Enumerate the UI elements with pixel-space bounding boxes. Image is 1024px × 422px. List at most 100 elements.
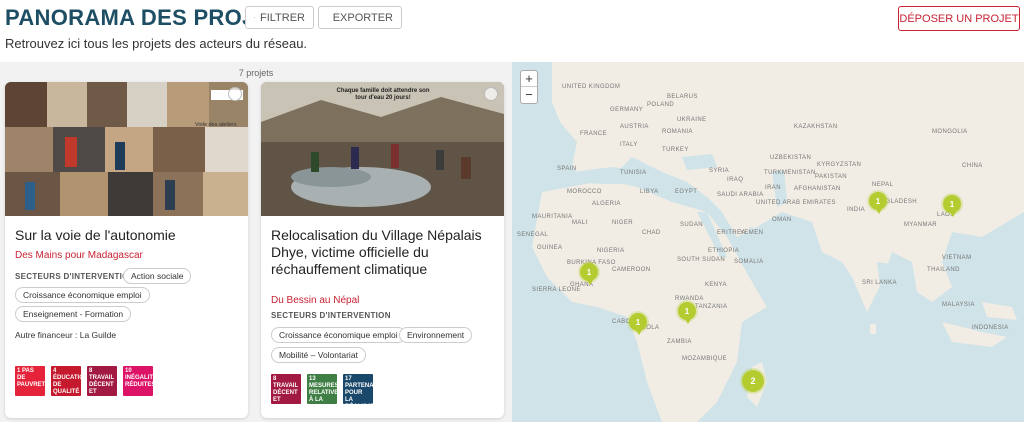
map-label: MYANMAR — [904, 222, 938, 228]
map-label: LIBYA — [640, 189, 659, 195]
map-label: ALGERIA — [592, 201, 621, 207]
zoom-control: + − — [520, 70, 538, 104]
map-label: TURKMENISTAN — [764, 170, 816, 176]
export-button[interactable]: EXPORTER — [318, 6, 402, 29]
map-label: NIGER — [612, 220, 634, 226]
zoom-out-button[interactable]: − — [521, 87, 537, 103]
map-label: VIETNAM — [942, 255, 972, 261]
map-label: ITALY — [620, 142, 638, 148]
deposit-project-button[interactable]: DÉPOSER UN PROJET — [898, 6, 1020, 31]
download-icon — [327, 17, 328, 18]
map-label: TURKEY — [662, 147, 689, 153]
filter-button[interactable]: FILTRER — [245, 6, 314, 29]
map-label: SIERRA LEONE — [532, 287, 581, 293]
map-label: SUDAN — [680, 222, 704, 228]
map-label: ZAMBIA — [667, 339, 692, 345]
sector-tag[interactable]: Action sociale — [123, 268, 192, 284]
map-label: AFGHANISTAN — [794, 186, 841, 192]
sector-tag[interactable]: Croissance économique emploi — [15, 287, 150, 303]
project-list: 7 projets Voile des ateliers Sur la voie… — [0, 62, 512, 422]
card-organization[interactable]: Des Mains pour Madagascar — [15, 250, 143, 261]
map-marker-cluster[interactable]: 1 — [580, 263, 598, 285]
card-title[interactable]: Relocalisation du Village Népalais Dhye,… — [271, 227, 491, 278]
card-organization[interactable]: Du Bessin au Népal — [271, 295, 359, 306]
card-title[interactable]: Sur la voie de l'autonomie — [15, 227, 176, 244]
map-label: KYRGYZSTAN — [817, 162, 862, 168]
map-label: RWANDA — [675, 296, 704, 302]
map-label: YEMEN — [740, 230, 764, 236]
map-label: GUINEA — [537, 245, 563, 251]
sdg-icon: 4 ÉDUCATION DE QUALITÉ — [51, 366, 81, 396]
zoom-in-button[interactable]: + — [521, 71, 537, 87]
sectors-label: SECTEURS D'INTERVENTION — [271, 311, 391, 320]
map-label: SRI LANKA — [862, 280, 897, 286]
sector-tag[interactable]: Enseignement - Formation — [15, 306, 132, 322]
image-caption: Chaque famille doit attendre son tour d'… — [336, 88, 430, 101]
page-subtitle: Retrouvez ici tous les projets des acteu… — [5, 36, 308, 51]
map-marker-cluster[interactable]: 1 — [943, 195, 961, 217]
map-label: MOZAMBIQUE — [682, 356, 728, 362]
project-card[interactable]: Voile des ateliers Sur la voie de l'auto… — [5, 82, 248, 418]
map-label: MALAYSIA — [942, 302, 975, 308]
map-label: SYRIA — [709, 168, 730, 174]
projects-map[interactable]: + − UNITED KINGDOM BELARUS POLAND UKRAIN… — [512, 62, 1024, 422]
filter-label: FILTRER — [259, 11, 305, 24]
map-label: TUNISIA — [620, 170, 647, 176]
map-label: INDONESIA — [972, 325, 1009, 331]
map-label: ROMANIA — [662, 129, 693, 135]
map-label: KENYA — [705, 282, 727, 288]
sdg-icon: 10 INÉGALITÉS RÉDUITES — [123, 366, 153, 396]
map-label: THAILAND — [927, 267, 960, 273]
sectors-label: SECTEURS D'INTERVENTION — [15, 272, 135, 281]
map-marker-cluster[interactable]: 1 — [678, 302, 696, 324]
export-label: EXPORTER — [332, 11, 393, 24]
sector-tag[interactable]: Mobilité – Volontariat — [271, 347, 366, 363]
funder-text: Autre financeur : La Guilde — [15, 330, 117, 340]
map-label: MONGOLIA — [932, 129, 968, 135]
project-card[interactable]: Chaque famille doit attendre son tour d'… — [261, 82, 504, 418]
map-label: FRANCE — [580, 131, 608, 137]
map-label: CAMEROON — [612, 267, 651, 273]
sdg-icon: 13 MESURES RELATIVES À LA LUTTE CONTRE L… — [307, 374, 337, 404]
project-count: 7 projets — [238, 68, 274, 78]
map-label: TANZANIA — [695, 304, 728, 310]
map-label: ETHIOPIA — [708, 248, 740, 254]
map-label: UKRAINE — [677, 117, 707, 123]
map-label: UZBEKISTAN — [770, 155, 812, 161]
map-label: SOUTH SUDAN — [677, 257, 726, 263]
page-header: PANORAMA DES PROJETS FILTRER EXPORTER DÉ… — [0, 0, 1024, 62]
map-label: CHINA — [962, 163, 983, 169]
map-label: GERMANY — [610, 107, 644, 113]
map-label: PAKISTAN — [815, 174, 847, 180]
map-label: KAZAKHSTAN — [794, 124, 838, 130]
map-background — [512, 62, 1024, 422]
bookmark-icon[interactable] — [484, 87, 498, 101]
map-label: SENEGAL — [517, 232, 549, 238]
bookmark-icon[interactable] — [228, 87, 242, 101]
map-marker-cluster[interactable]: 1 — [869, 192, 887, 214]
sector-tag[interactable]: Croissance économique emploi — [271, 327, 406, 343]
sdg-icon: 8 TRAVAIL DÉCENT ET CROISSANCE ÉCONOMIQU… — [271, 374, 301, 404]
map-label: NIGERIA — [597, 248, 625, 254]
map-label: CHAD — [642, 230, 661, 236]
image-caption: Voile des ateliers — [195, 122, 237, 128]
map-label: IRAN — [765, 185, 781, 191]
map-label: EGYPT — [675, 189, 698, 195]
map-marker-cluster[interactable]: 1 — [629, 313, 647, 335]
map-label: INDIA — [847, 207, 866, 213]
sdg-icon: 17 PARTENARIATS POUR LA RÉALISATION DES … — [343, 374, 373, 404]
sdg-icon: 8 TRAVAIL DÉCENT ET CROISSANCE ÉCONOMIQU… — [87, 366, 117, 396]
map-label: UNITED ARAB EMIRATES — [756, 200, 836, 206]
filter-icon — [254, 17, 255, 18]
sdg-icon: 1 PAS DE PAUVRETÉ — [15, 366, 45, 396]
map-label: SAUDI ARABIA — [717, 192, 764, 198]
map-marker-cluster[interactable]: 2 — [742, 370, 764, 392]
map-label: BELARUS — [667, 94, 698, 100]
map-label: SPAIN — [557, 166, 577, 172]
project-image: Voile des ateliers — [5, 82, 248, 216]
map-label: CABO — [612, 319, 631, 325]
sector-tag[interactable]: Environnement — [399, 327, 473, 343]
map-label: MAURITANIA — [532, 214, 573, 220]
map-label: MALI — [572, 220, 588, 226]
map-label: SOMALIA — [734, 259, 764, 265]
